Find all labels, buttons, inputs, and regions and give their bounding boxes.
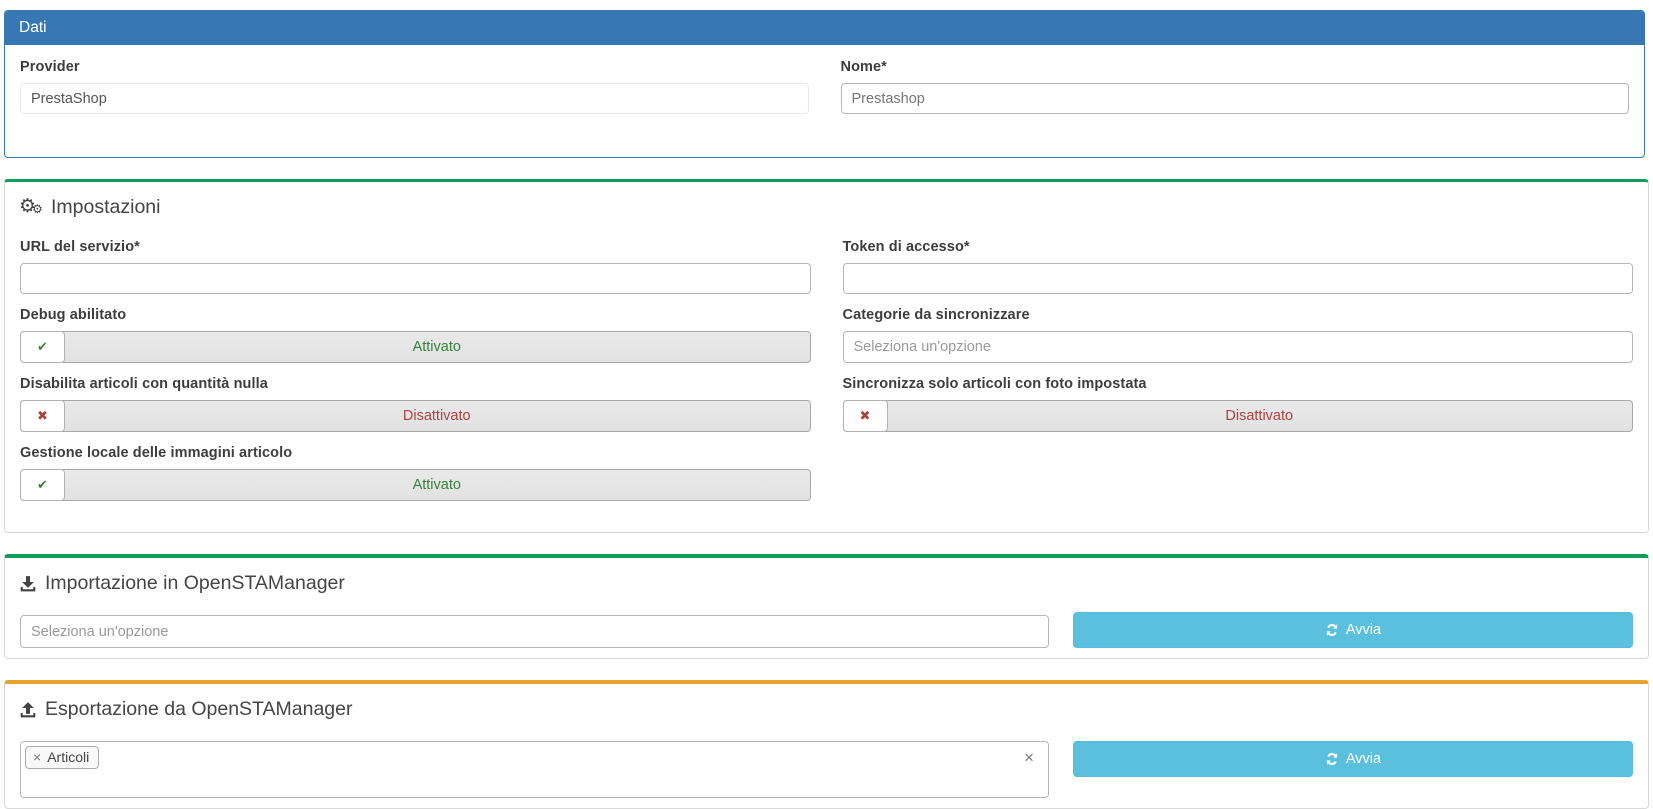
dati-panel: Dati Provider Nome* <box>4 10 1645 158</box>
categorie-select-placeholder: Seleziona un'opzione <box>854 339 991 355</box>
token-label: Token di accesso* <box>843 239 1634 255</box>
sincronizza-toggle[interactable]: ✖ Disattivato <box>843 400 1634 432</box>
esportazione-section: Esportazione da OpenSTAManager × Articol… <box>4 680 1649 809</box>
token-input[interactable] <box>843 263 1634 294</box>
gestione-label: Gestione locale delle immagini articolo <box>20 445 811 461</box>
url-field-group: URL del servizio* <box>20 239 811 294</box>
impostazioni-title-row: ⚙ ⚙ Impostazioni <box>19 196 1636 219</box>
disabilita-label: Disabilita articoli con quantità nulla <box>20 376 811 392</box>
cross-icon: ✖ <box>843 400 888 432</box>
esportazione-title-row: Esportazione da OpenSTAManager <box>19 698 1636 721</box>
importazione-title: Importazione in OpenSTAManager <box>45 572 345 595</box>
sincronizza-label: Sincronizza solo articoli con foto impos… <box>843 376 1634 392</box>
importazione-section: Importazione in OpenSTAManager Seleziona… <box>4 554 1649 659</box>
esportazione-title: Esportazione da OpenSTAManager <box>45 698 353 721</box>
tag-label: Articoli <box>47 749 89 765</box>
refresh-icon <box>1325 623 1339 637</box>
debug-toggle-state: Attivato <box>64 332 810 362</box>
importazione-select-placeholder: Seleziona un'opzione <box>31 624 168 640</box>
importazione-avvia-button[interactable]: Avvia <box>1073 612 1633 648</box>
sincronizza-field-group: Sincronizza solo articoli con foto impos… <box>843 376 1634 432</box>
refresh-icon <box>1325 752 1339 766</box>
download-icon <box>19 575 37 593</box>
esportazione-avvia-button[interactable]: Avvia <box>1073 741 1633 777</box>
impostazioni-section: ⚙ ⚙ Impostazioni URL del servizio* Token… <box>4 179 1649 533</box>
token-field-group: Token di accesso* <box>843 239 1634 294</box>
selected-tag-articoli: × Articoli <box>25 746 99 769</box>
nome-label: Nome* <box>841 59 1630 75</box>
cross-icon: ✖ <box>20 400 65 432</box>
impostazioni-title: Impostazioni <box>51 196 160 219</box>
esportazione-multiselect[interactable]: × Articoli × <box>20 741 1049 798</box>
dati-panel-header: Dati <box>5 11 1644 45</box>
empty-cell <box>843 445 1634 501</box>
categorie-select[interactable]: Seleziona un'opzione <box>843 331 1634 363</box>
importazione-title-row: Importazione in OpenSTAManager <box>19 572 1636 595</box>
nome-input[interactable] <box>841 83 1630 114</box>
esportazione-avvia-label: Avvia <box>1346 751 1381 767</box>
debug-toggle[interactable]: ✔ Attivato <box>20 331 811 363</box>
check-icon: ✔ <box>20 331 65 363</box>
tag-remove-icon[interactable]: × <box>33 749 41 765</box>
debug-label: Debug abilitato <box>20 307 811 323</box>
disabilita-toggle[interactable]: ✖ Disattivato <box>20 400 811 432</box>
debug-field-group: Debug abilitato ✔ Attivato <box>20 307 811 363</box>
sincronizza-toggle-state: Disattivato <box>887 401 1633 431</box>
nome-field-group: Nome* <box>841 59 1630 114</box>
provider-input[interactable] <box>20 83 809 114</box>
disabilita-toggle-state: Disattivato <box>64 401 810 431</box>
categorie-field-group: Categorie da sincronizzare Seleziona un'… <box>843 307 1634 363</box>
gestione-field-group: Gestione locale delle immagini articolo … <box>20 445 811 501</box>
categorie-label: Categorie da sincronizzare <box>843 307 1634 323</box>
provider-label: Provider <box>20 59 809 75</box>
gestione-toggle-state: Attivato <box>64 470 810 500</box>
cogs-icon: ⚙ ⚙ <box>19 197 43 219</box>
gestione-toggle[interactable]: ✔ Attivato <box>20 469 811 501</box>
importazione-avvia-label: Avvia <box>1346 622 1381 638</box>
url-input[interactable] <box>20 263 811 294</box>
clear-selection-icon[interactable]: × <box>1024 749 1034 766</box>
upload-icon <box>19 701 37 719</box>
provider-field-group: Provider <box>20 59 809 114</box>
check-icon: ✔ <box>20 469 65 501</box>
url-label: URL del servizio* <box>20 239 811 255</box>
disabilita-field-group: Disabilita articoli con quantità nulla ✖… <box>20 376 811 432</box>
importazione-select[interactable]: Seleziona un'opzione <box>20 615 1049 648</box>
